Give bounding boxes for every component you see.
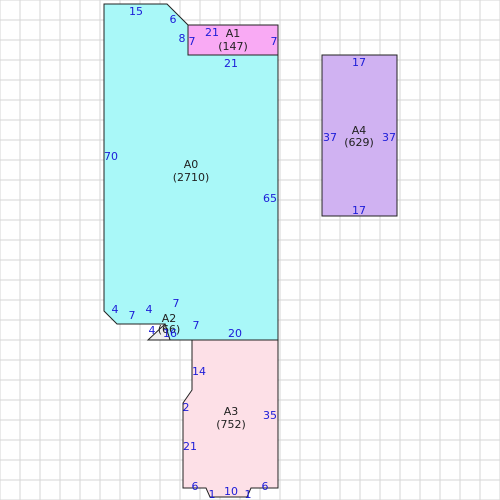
dim-a1-right: 7 [271, 35, 278, 48]
dim-a0-notch-left: 6 [170, 13, 177, 26]
area-a3-name: A3 [224, 405, 239, 418]
dim-a0-bottom-step: 7 [129, 309, 136, 322]
dim-a2-top: 7 [173, 297, 180, 310]
dim-a0-bottom-left-chamfer: 4 [112, 303, 119, 316]
area-a0-name: A0 [184, 158, 199, 171]
area-a3-area: (752) [216, 418, 246, 431]
dim-a0-bottom-right: 20 [228, 327, 242, 340]
dim-a3-bottom-mid: 10 [224, 485, 238, 498]
dim-a3-left-lower: 21 [183, 440, 197, 453]
dim-a3-bottom-left: 6 [192, 480, 199, 493]
dim-a2-left: 4 [149, 324, 156, 337]
dim-a3-right: 35 [263, 409, 277, 422]
area-a0-area: (2710) [173, 171, 210, 184]
dim-a4-bottom: 17 [352, 204, 366, 217]
dim-a2-bottom: 16 [163, 327, 177, 340]
dim-a1-bottom: 21 [224, 57, 238, 70]
dim-a4-left: 37 [323, 131, 337, 144]
floor-plan-canvas: A0 (2710) A1 (147) A2 (66) A3 (752) A4 (… [0, 0, 500, 500]
dim-a3-left-upper: 14 [192, 365, 206, 378]
dim-a3-bottom-chamfer-right: 1 [245, 488, 252, 500]
dim-a2-right: 7 [193, 319, 200, 332]
dim-a4-right: 37 [382, 131, 396, 144]
dim-a1-top: 21 [205, 26, 219, 39]
area-a1-name: A1 [226, 27, 241, 40]
dim-a3-bottom-right: 6 [262, 480, 269, 493]
dim-a3-bottom-chamfer-left: 1 [209, 488, 216, 500]
dim-a0-right: 65 [263, 192, 277, 205]
area-a1-area: (147) [218, 40, 248, 53]
dim-a3-left-step: 2 [183, 401, 190, 414]
dim-a1-left: 7 [189, 35, 196, 48]
dim-a4-top: 17 [352, 56, 366, 69]
dim-a0-left: 70 [104, 150, 118, 163]
dim-a0-notch-vertical: 8 [179, 32, 186, 45]
dim-a0-bottom-chamfer2: 4 [146, 303, 153, 316]
dim-a0-top: 15 [129, 5, 143, 18]
area-a4-area: (629) [344, 136, 374, 149]
